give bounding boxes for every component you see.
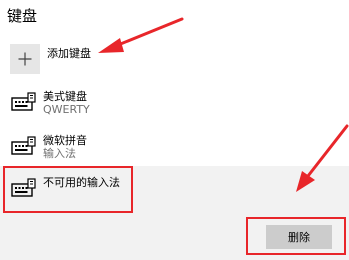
keyboard-icon [11,178,36,197]
add-keyboard-button[interactable]: 添加键盘 [10,44,91,74]
keyboard-layout: 输入法 [43,147,76,160]
keyboard-name: 微软拼音 [43,134,87,147]
keyboard-section-title: 键盘 [7,7,38,25]
add-keyboard-tile[interactable] [10,44,40,74]
keyboard-name: 不可用的输入法 [43,176,120,189]
delete-button[interactable]: 删除 [266,225,332,249]
keyboard-name: 美式键盘 [43,90,87,103]
keyboard-item-us[interactable]: 美式键盘 QWERTY [11,90,90,116]
keyboard-layout: QWERTY [43,103,90,116]
keyboard-item-pinyin[interactable]: 微软拼音 输入法 [11,134,87,160]
keyboard-icon [11,136,36,155]
plus-icon [18,52,32,66]
arrow-to-add-keyboard-icon [98,17,184,53]
keyboard-item-unavailable[interactable]: 不可用的输入法 [11,176,120,200]
add-keyboard-label: 添加键盘 [47,47,91,60]
keyboard-icon [11,92,36,111]
